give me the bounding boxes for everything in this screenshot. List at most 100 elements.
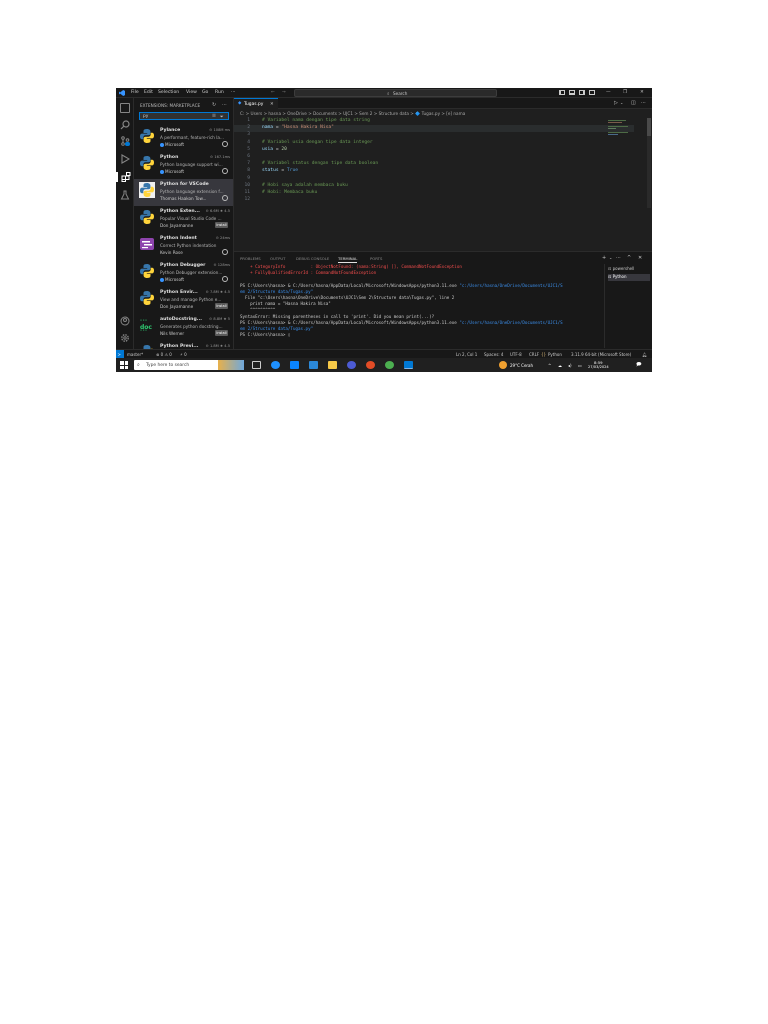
chrome-browser-icon[interactable] [385, 361, 394, 369]
menu-go[interactable]: Go [202, 90, 208, 95]
more-actions-icon[interactable]: ··· [222, 102, 227, 108]
toggle-panel-icon[interactable] [569, 90, 575, 95]
tab-tugas-py[interactable]: ◆ Tugas.py ✕ [234, 98, 278, 109]
cursor-position[interactable]: Ln 2, Col 1 [456, 352, 477, 357]
terminal-output[interactable]: + CategoryInfo : ObjectNotFound: (nama:S… [234, 264, 602, 350]
extensions-icon[interactable] [116, 172, 134, 182]
panel-tab-output[interactable]: OUTPUT [270, 256, 285, 261]
notification-center-icon[interactable]: 🗩 [636, 362, 642, 370]
search-view-icon[interactable] [120, 120, 130, 130]
breadcrumb[interactable]: C: > Users > hasna > OneDrive > Document… [240, 111, 465, 117]
code-editor[interactable]: 1 # Variabel nama dengan tipe data string… [234, 118, 652, 228]
notifications-bell-icon[interactable]: 🔔︎ [642, 352, 647, 357]
branch-status[interactable]: master* [127, 352, 143, 357]
split-editor-icon[interactable]: ◫ [631, 100, 636, 106]
menu-selection[interactable]: Selection [158, 90, 179, 95]
code-line[interactable]: 1 # Variabel nama dengan tipe data string [234, 118, 634, 125]
battery-icon[interactable]: ▭ [578, 363, 582, 368]
interpreter-status[interactable]: 3.11.9 64-bit (Microsoft Store) [571, 352, 631, 357]
terminal-item-powershell[interactable]: ⊡ powershell [608, 266, 650, 273]
app-icon-blue[interactable] [347, 361, 356, 369]
manage-gear-icon[interactable] [222, 249, 228, 255]
code-line[interactable]: 3 [234, 132, 634, 139]
new-terminal-icon[interactable]: + [602, 255, 606, 261]
panel-more-icon[interactable]: ··· [616, 255, 621, 261]
extension-item[interactable]: """ doc """ autoDocstring... ⊙ 8.8M ★ 5 Gener… [134, 314, 233, 341]
clock-time[interactable]: 8:59 [594, 360, 603, 365]
nav-back-icon[interactable]: ← [271, 90, 275, 95]
code-line[interactable]: 8 status = True [234, 168, 634, 175]
manage-gear-icon[interactable] [222, 141, 228, 147]
file-explorer-icon[interactable] [328, 361, 337, 369]
code-line[interactable]: 11 # Hobi: Membaca buku [234, 190, 634, 197]
clear-filter-icon[interactable]: ☰ [212, 114, 216, 119]
install-button[interactable]: Install [215, 222, 228, 228]
terminal-dropdown-icon[interactable]: ⌄ [609, 255, 612, 260]
menu-run[interactable]: Run [215, 90, 224, 95]
extension-item[interactable]: Pylance ⊙ 108M ms A performant, feature-ri… [134, 125, 233, 152]
volume-icon[interactable]: ◂) [568, 363, 572, 368]
editor-scrollbar[interactable] [647, 118, 651, 208]
panel-tab-problems[interactable]: PROBLEMS [240, 256, 261, 261]
problems-status[interactable]: ⊗ 0 ⚠ 0 [156, 352, 172, 357]
run-python-file-icon[interactable]: ▷ [614, 100, 618, 106]
code-line[interactable]: 10 # Hobi saya adalah membaca buku [234, 183, 634, 190]
manage-gear-icon[interactable] [222, 195, 228, 201]
manage-gear-icon[interactable] [222, 276, 228, 282]
menu-more[interactable]: ··· [231, 90, 235, 95]
extension-item[interactable]: Python Envir... ⊙ 7.8M ★ 4.5 View and mana… [134, 287, 233, 314]
install-button[interactable]: Install [215, 303, 228, 309]
close-window-icon[interactable]: ✕ [640, 90, 644, 95]
panel-tab-ports[interactable]: PORTS [370, 256, 382, 261]
indentation-status[interactable]: Spaces: 4 [484, 352, 503, 357]
testing-icon[interactable] [120, 190, 130, 200]
taskbar-search-box[interactable]: ⌕ Type here to search [134, 360, 244, 370]
language-status[interactable]: Python [548, 352, 562, 357]
minimap[interactable] [606, 118, 646, 148]
command-center-search[interactable]: ⌕ Search [294, 89, 497, 97]
source-control-icon[interactable] [120, 136, 130, 146]
menu-edit[interactable]: Edit [144, 90, 153, 95]
close-panel-icon[interactable]: ✕ [638, 255, 642, 261]
code-line[interactable]: 2 nama = "Hasna Hakira Nisa" [234, 125, 634, 133]
extension-item[interactable]: Python Debugger ⊙ 128ms Python Debugger ex… [134, 260, 233, 287]
ports-status[interactable]: ⚡ 0 [180, 352, 187, 357]
tray-chevron-icon[interactable]: ^ [548, 363, 551, 368]
terminal-item-python[interactable]: ⊡ Python [608, 274, 650, 281]
filter-icon[interactable]: ⏷ [220, 114, 224, 120]
encoding-status[interactable]: UTF-8 [510, 352, 522, 357]
minimize-icon[interactable]: — [606, 90, 611, 95]
toggle-sidebar-icon[interactable] [559, 90, 565, 95]
app-icon-red[interactable] [366, 361, 375, 369]
explorer-icon[interactable] [120, 103, 130, 113]
maximize-icon[interactable]: ❐ [623, 90, 627, 95]
settings-gear-icon[interactable] [120, 333, 130, 343]
code-line[interactable]: 4 # Variabel usia dengan tipe data intege… [234, 140, 634, 147]
extension-item[interactable]: Python Indent ⊙ 24ms Correct Python indent… [134, 233, 233, 260]
mail-icon[interactable] [309, 361, 318, 369]
clock-date[interactable]: 27/03/2024 [588, 365, 609, 369]
edge-browser-icon[interactable] [271, 361, 280, 369]
code-line[interactable]: 12 [234, 197, 634, 204]
extensions-search-input[interactable]: py ☰ ⏷ [139, 112, 229, 120]
extension-item[interactable]: Python Previ... ⊙ 1.8M ★ 4.5 [134, 341, 233, 349]
windows-start-icon[interactable] [120, 361, 128, 369]
editor-more-icon[interactable]: ··· [641, 100, 646, 106]
eol-status[interactable]: CRLF [529, 352, 539, 357]
run-debug-icon[interactable] [120, 154, 131, 164]
task-view-icon[interactable] [252, 361, 261, 369]
extension-item[interactable]: Python Exten... ⊙ 6.6M ★ 4.5 Popular Visua… [134, 206, 233, 233]
code-line[interactable]: 5 usia = 20 [234, 147, 634, 154]
nav-forward-icon[interactable]: → [282, 90, 286, 95]
weather-text[interactable]: 29°C Cerah [510, 363, 533, 368]
panel-tab-terminal[interactable]: TERMINAL [338, 256, 358, 263]
install-button[interactable]: Install [215, 330, 228, 336]
account-icon[interactable] [120, 316, 130, 326]
maximize-panel-icon[interactable]: ^ [627, 255, 631, 261]
menu-file[interactable]: File [131, 90, 139, 95]
extension-item[interactable]: Python ⊙ 167.1ms Python language support w… [134, 152, 233, 179]
code-line[interactable]: 9 [234, 176, 634, 183]
toggle-secondary-sidebar-icon[interactable] [579, 90, 585, 95]
customize-layout-icon[interactable] [589, 90, 595, 95]
weather-icon[interactable] [499, 361, 507, 369]
